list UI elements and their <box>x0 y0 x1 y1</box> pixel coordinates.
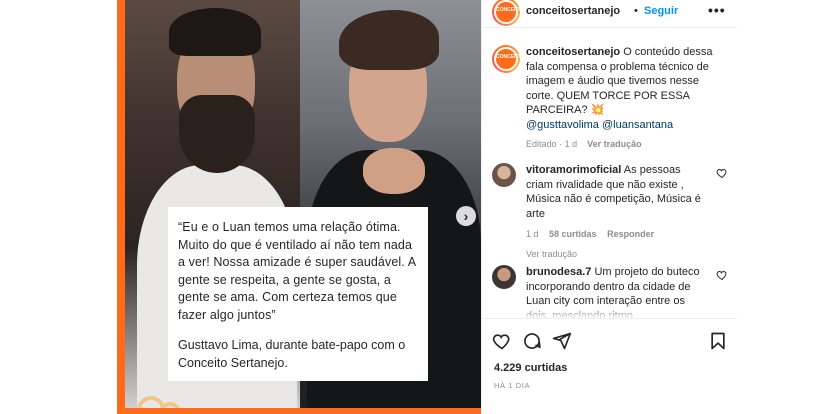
heart-icon[interactable] <box>492 331 512 351</box>
caption-age: 1 d <box>564 139 578 149</box>
follow-button[interactable]: Seguir <box>644 5 678 17</box>
translate-link[interactable]: Ver tradução <box>526 247 708 262</box>
quote-card: “Eu e o Luan temos uma relação ótima. Mu… <box>168 207 428 381</box>
post-actions: 4.229 curtidas HÁ 1 DIA <box>482 318 737 414</box>
comment-age: 1 d <box>526 229 539 239</box>
separator-dot: • <box>634 5 638 17</box>
bookmark-icon[interactable] <box>708 331 728 351</box>
avatar[interactable]: CONCEITO <box>492 0 522 26</box>
post-sidebar: CONCEITO conceitosertanejo • Seguir ••• … <box>481 0 737 414</box>
likes-count[interactable]: 4.229 curtidas <box>494 362 567 374</box>
quote-author: Gusttavo Lima, durante bate-papo com o C… <box>178 338 406 370</box>
share-icon[interactable] <box>552 331 572 351</box>
caption-body: conceitosertanejo O conteúdo dessa fala … <box>526 45 726 152</box>
comment-icon[interactable] <box>522 331 542 351</box>
caption-meta: Editado · 1 d Ver tradução <box>526 137 726 152</box>
more-icon[interactable]: ••• <box>708 2 726 18</box>
brand-strip <box>117 0 125 414</box>
avatar[interactable]: CONCEITO <box>492 45 522 73</box>
translate-link[interactable]: Ver tradução <box>587 139 642 149</box>
quote-text: “Eu e o Luan temos uma relação ótima. Mu… <box>178 220 416 322</box>
hair-shape-left <box>169 8 261 56</box>
scroll-fade <box>482 305 737 319</box>
avatar[interactable] <box>492 163 516 187</box>
comment-meta: 1 d 58 curtidas Responder <box>526 227 708 242</box>
comment-likes[interactable]: 58 curtidas <box>549 229 597 239</box>
brand-band <box>117 408 481 414</box>
meta-dot: · <box>559 139 563 149</box>
mention-gusttavolima[interactable]: @gusttavolima <box>526 119 599 131</box>
comment-body: vitoramorimoficial As pessoas criam riva… <box>526 163 708 261</box>
comment-username[interactable]: vitoramorimoficial <box>526 164 621 176</box>
post-media[interactable]: › “Eu e o Luan temos uma relação ótima. … <box>117 0 481 414</box>
beard-shape <box>179 95 255 173</box>
edited-label: Editado <box>526 139 557 149</box>
post-header: CONCEITO conceitosertanejo • Seguir ••• <box>482 0 737 28</box>
avatar[interactable] <box>492 265 516 289</box>
reply-button[interactable]: Responder <box>607 229 654 239</box>
hand-shape <box>363 148 425 194</box>
header-username[interactable]: conceitosertanejo <box>526 5 620 17</box>
heart-icon[interactable] <box>716 167 728 179</box>
post-time: HÁ 1 DIA <box>494 381 531 390</box>
chevron-right-icon[interactable]: › <box>456 206 476 226</box>
hair-shape-right <box>339 10 439 70</box>
mention-luansantana[interactable]: @luansantana <box>602 119 673 131</box>
heart-icon[interactable] <box>716 269 728 281</box>
comment-username[interactable]: brunodesa.7 <box>526 266 591 278</box>
post-dialog: › “Eu e o Luan temos uma relação ótima. … <box>117 0 737 414</box>
caption-username[interactable]: conceitosertanejo <box>526 46 620 58</box>
